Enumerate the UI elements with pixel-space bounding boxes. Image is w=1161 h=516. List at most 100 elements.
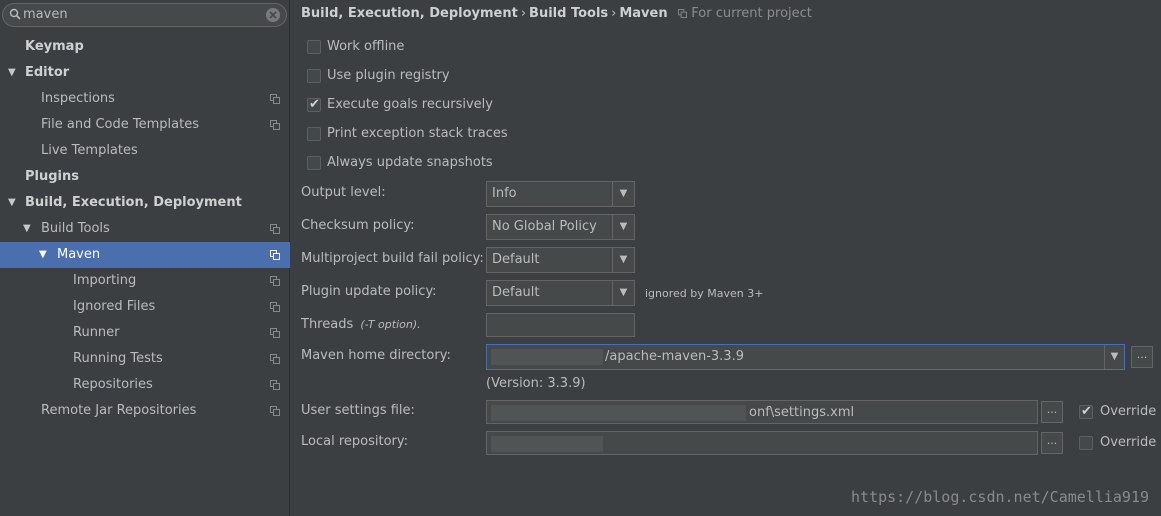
- checkbox-label: Use plugin registry: [327, 68, 450, 83]
- checkbox-label: Override: [1100, 435, 1157, 450]
- expand-arrow-icon[interactable]: ▼: [39, 242, 47, 268]
- checkmark-icon: ✔: [309, 97, 320, 112]
- checkbox-box[interactable]: [307, 69, 321, 83]
- sidebar-item-label: Remote Jar Repositories: [41, 403, 197, 418]
- sidebar-item-repositories[interactable]: Repositories: [0, 372, 290, 398]
- search-field[interactable]: maven: [2, 3, 287, 27]
- select-value: Default: [492, 285, 540, 300]
- output-level-label: Output level:: [301, 185, 386, 200]
- sidebar-item-plugins[interactable]: Plugins: [0, 164, 290, 190]
- checksum-policy-label: Checksum policy:: [301, 218, 415, 233]
- local-repository-browse-button[interactable]: ...: [1041, 432, 1063, 454]
- project-scope-icon: [270, 302, 280, 312]
- expand-arrow-icon[interactable]: ▼: [8, 190, 16, 216]
- select-value: Default: [492, 252, 540, 267]
- project-scope-icon: [270, 380, 280, 390]
- redacted-path: [491, 436, 603, 452]
- checkbox-box[interactable]: [1079, 436, 1093, 450]
- sidebar-item-label: Ignored Files: [73, 299, 156, 314]
- checkbox-box[interactable]: [307, 40, 321, 54]
- project-scope-icon: [270, 328, 280, 338]
- sidebar-item-label: Keymap: [25, 39, 84, 54]
- checkbox-label: Execute goals recursively: [327, 97, 493, 112]
- select-value: Info: [492, 186, 517, 201]
- project-scope-icon: [270, 120, 280, 130]
- sidebar-item-label: Plugins: [25, 169, 79, 184]
- dropdown-arrow-icon[interactable]: ▼: [612, 281, 634, 305]
- clear-search-icon[interactable]: [265, 7, 281, 23]
- checkbox-box[interactable]: [307, 156, 321, 170]
- maven-home-label: Maven home directory:: [301, 348, 451, 363]
- threads-label-text: Threads: [301, 317, 354, 332]
- dropdown-arrow-icon[interactable]: ▼: [612, 182, 634, 206]
- sidebar-item-keymap[interactable]: Keymap: [0, 34, 290, 60]
- breadcrumb-separator: ›: [520, 6, 527, 21]
- output-level-select[interactable]: Info ▼: [486, 181, 635, 207]
- sidebar-item-label: Importing: [73, 273, 137, 288]
- project-scope-icon: [270, 406, 280, 416]
- checkbox-box[interactable]: [307, 127, 321, 141]
- maven-home-select[interactable]: /apache-maven-3.3.9 ▼: [486, 344, 1125, 370]
- local-repository-label: Local repository:: [301, 434, 408, 449]
- threads-input[interactable]: [486, 313, 635, 337]
- threads-hint: (-T option).: [360, 318, 421, 331]
- expand-arrow-icon[interactable]: ▼: [23, 216, 31, 242]
- breadcrumb-separator: ›: [611, 6, 617, 21]
- project-scope-icon: [270, 94, 280, 104]
- checkbox-label: Work offline: [327, 39, 405, 54]
- sidebar-item-runner[interactable]: Runner: [0, 320, 290, 346]
- sidebar-item-label: Editor: [25, 65, 70, 80]
- checksum-policy-select[interactable]: No Global Policy ▼: [486, 214, 635, 240]
- checkmark-icon: ✔: [1081, 404, 1092, 419]
- project-scope-icon: [270, 250, 280, 260]
- user-settings-input[interactable]: onf\settings.xml: [486, 400, 1038, 424]
- project-scope-icon: [270, 276, 280, 286]
- dropdown-arrow-icon[interactable]: ▼: [612, 248, 634, 272]
- plugin-update-policy-hint: ignored by Maven 3+: [645, 287, 764, 300]
- sidebar-item-build-tools[interactable]: ▼ Build Tools: [0, 216, 290, 242]
- sidebar-item-label: Running Tests: [73, 351, 163, 366]
- watermark: https://blog.csdn.net/Camellia919: [850, 488, 1149, 506]
- dropdown-arrow-icon[interactable]: ▼: [1104, 345, 1124, 369]
- sidebar-item-running-tests[interactable]: Running Tests: [0, 346, 290, 372]
- settings-sidebar: maven Keymap ▼ Editor Inspections File a…: [0, 0, 290, 516]
- sidebar-item-label: Build Tools: [41, 221, 110, 236]
- select-value: /apache-maven-3.3.9: [605, 349, 744, 364]
- sidebar-item-label: Build, Execution, Deployment: [25, 195, 242, 210]
- sidebar-item-label: Inspections: [41, 91, 115, 106]
- input-value: onf\settings.xml: [749, 405, 855, 420]
- checkbox-box[interactable]: ✔: [1079, 404, 1093, 419]
- scope-indicator: For current project: [678, 6, 812, 21]
- sidebar-item-maven[interactable]: ▼ Maven: [0, 242, 290, 268]
- sidebar-item-importing[interactable]: Importing: [0, 268, 290, 294]
- breadcrumb-part: Build Tools: [529, 6, 609, 21]
- project-scope-icon: [270, 354, 280, 364]
- sidebar-item-file-code-templates[interactable]: File and Code Templates: [0, 112, 290, 138]
- sidebar-item-ignored-files[interactable]: Ignored Files: [0, 294, 290, 320]
- breadcrumb-part: Build, Execution, Deployment: [301, 6, 518, 21]
- redacted-path: [491, 349, 603, 365]
- breadcrumb: Build, Execution, Deployment › Build Tools…: [301, 6, 812, 21]
- user-settings-browse-button[interactable]: ...: [1041, 401, 1063, 423]
- sidebar-item-label: Live Templates: [41, 143, 138, 158]
- maven-settings-panel: Build, Execution, Deployment › Build Tools…: [291, 0, 1161, 516]
- select-value: No Global Policy: [492, 219, 597, 234]
- sidebar-item-label: File and Code Templates: [41, 117, 199, 132]
- breadcrumb-part: Maven: [619, 6, 668, 21]
- search-input[interactable]: maven: [23, 7, 68, 22]
- local-repository-input[interactable]: [486, 431, 1038, 455]
- sidebar-item-build-execution-deployment[interactable]: ▼ Build, Execution, Deployment: [0, 190, 290, 216]
- sidebar-item-inspections[interactable]: Inspections: [0, 86, 290, 112]
- sidebar-item-live-templates[interactable]: Live Templates: [0, 138, 290, 164]
- multiproject-fail-policy-select[interactable]: Default ▼: [486, 247, 635, 273]
- expand-arrow-icon[interactable]: ▼: [8, 60, 16, 86]
- dropdown-arrow-icon[interactable]: ▼: [612, 215, 634, 239]
- multiproject-fail-policy-label: Multiproject build fail policy:: [301, 251, 484, 266]
- redacted-path: [491, 405, 746, 421]
- checkbox-label: Print exception stack traces: [327, 126, 508, 141]
- checkbox-box[interactable]: ✔: [307, 97, 321, 112]
- sidebar-item-editor[interactable]: ▼ Editor: [0, 60, 290, 86]
- plugin-update-policy-select[interactable]: Default ▼: [486, 280, 635, 306]
- sidebar-item-remote-jar-repositories[interactable]: Remote Jar Repositories: [0, 398, 290, 424]
- maven-home-browse-button[interactable]: ...: [1131, 346, 1153, 368]
